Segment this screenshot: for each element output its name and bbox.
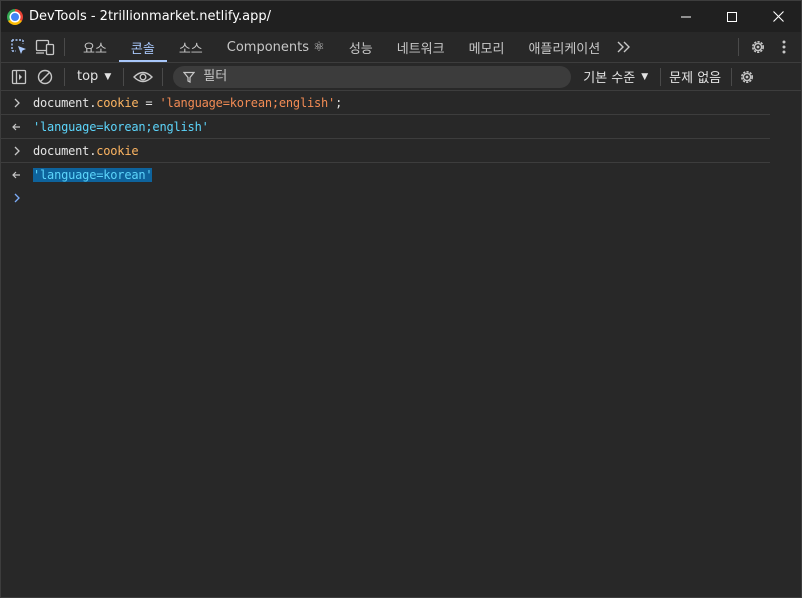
separator: [64, 38, 65, 56]
log-levels-dropdown[interactable]: 기본 수준 ▼: [583, 67, 648, 86]
gear-icon: [741, 70, 754, 83]
result-arrow-icon: [1, 170, 33, 180]
issues-counter[interactable]: 문제 없음: [669, 67, 721, 86]
tab-elements[interactable]: 요소: [71, 32, 119, 62]
separator: [738, 38, 739, 56]
devtools-window: DevTools - 2trillionmarket.netlify.app/: [0, 0, 802, 598]
filter-input[interactable]: [201, 68, 546, 85]
prompt-chevron-icon: [1, 193, 33, 203]
console-result[interactable]: 'language=korean;english': [33, 120, 209, 134]
console-result-row: 'language=korean;english': [1, 115, 770, 139]
console-result-selected[interactable]: 'language=korean': [33, 167, 153, 182]
console-prompt-row[interactable]: [1, 186, 770, 209]
input-chevron-icon: [1, 146, 33, 156]
maximize-button[interactable]: [709, 1, 755, 32]
chevron-double-right-icon: [617, 41, 631, 53]
log-levels-label: 기본 수준: [583, 71, 636, 86]
minimize-button[interactable]: [663, 1, 709, 32]
more-options-button[interactable]: [771, 34, 797, 60]
more-tabs-button[interactable]: [612, 32, 636, 62]
tab-application[interactable]: 애플리케이션: [516, 32, 612, 62]
input-chevron-icon: [1, 98, 33, 108]
console-input-row: document.cookie: [1, 139, 770, 163]
close-icon: [772, 11, 784, 22]
result-arrow-icon: [1, 122, 33, 132]
close-button[interactable]: [755, 1, 801, 32]
show-sidebar-button[interactable]: [6, 64, 32, 90]
separator: [162, 67, 164, 86]
panel-tabbar: 요소 콘솔 소스 Components ⚛ 성능 네트워크 메모리 애플리케이션: [1, 32, 801, 63]
clear-console-button[interactable]: [32, 64, 58, 90]
settings-button[interactable]: [745, 34, 771, 60]
caret-down-icon: ▼: [641, 71, 649, 82]
window-title: DevTools - 2trillionmarket.netlify.app/: [29, 9, 272, 24]
separator: [64, 67, 65, 86]
console-messages[interactable]: document.cookie = 'language=korean;engli…: [1, 91, 801, 597]
console-result-row: 'language=korean': [1, 163, 770, 186]
device-toolbar-button[interactable]: [32, 34, 58, 60]
tab-sources[interactable]: 소스: [167, 32, 215, 62]
inspect-icon: [11, 39, 26, 54]
kebab-menu-icon: [782, 40, 786, 54]
tab-memory[interactable]: 메모리: [457, 32, 517, 62]
console-code: document.cookie = 'language=korean;engli…: [33, 95, 343, 110]
console-input-row: document.cookie = 'language=korean;engli…: [1, 91, 770, 115]
sidebar-toggle-icon: [11, 69, 27, 84]
clear-icon: [37, 69, 53, 84]
console-toolbar: top ▼ 기본 수준 ▼ 문제 없음: [1, 63, 801, 91]
separator: [660, 67, 662, 86]
separator: [731, 67, 733, 86]
tab-network[interactable]: 네트워크: [385, 32, 457, 62]
tab-components[interactable]: Components ⚛: [215, 32, 337, 62]
tab-performance[interactable]: 성능: [337, 32, 385, 62]
filter-box: [173, 65, 572, 88]
chrome-icon: [7, 8, 23, 25]
tab-console[interactable]: 콘솔: [118, 32, 167, 62]
live-expression-button[interactable]: [130, 64, 156, 90]
minimize-icon: [681, 16, 691, 17]
console-settings-button[interactable]: [734, 64, 760, 90]
context-selector[interactable]: top ▼: [71, 66, 117, 88]
caret-down-icon: ▼: [104, 71, 112, 82]
device-toggle-icon: [35, 39, 55, 56]
context-label: top: [77, 69, 99, 84]
title-bar: DevTools - 2trillionmarket.netlify.app/: [1, 1, 801, 32]
filter-icon: [183, 71, 196, 83]
maximize-icon: [727, 11, 737, 22]
inspect-element-button[interactable]: [6, 34, 32, 60]
gear-icon: [752, 41, 764, 53]
console-code: document.cookie: [33, 143, 139, 158]
separator: [123, 67, 125, 86]
window-controls: [663, 1, 801, 32]
eye-icon: [133, 71, 154, 82]
